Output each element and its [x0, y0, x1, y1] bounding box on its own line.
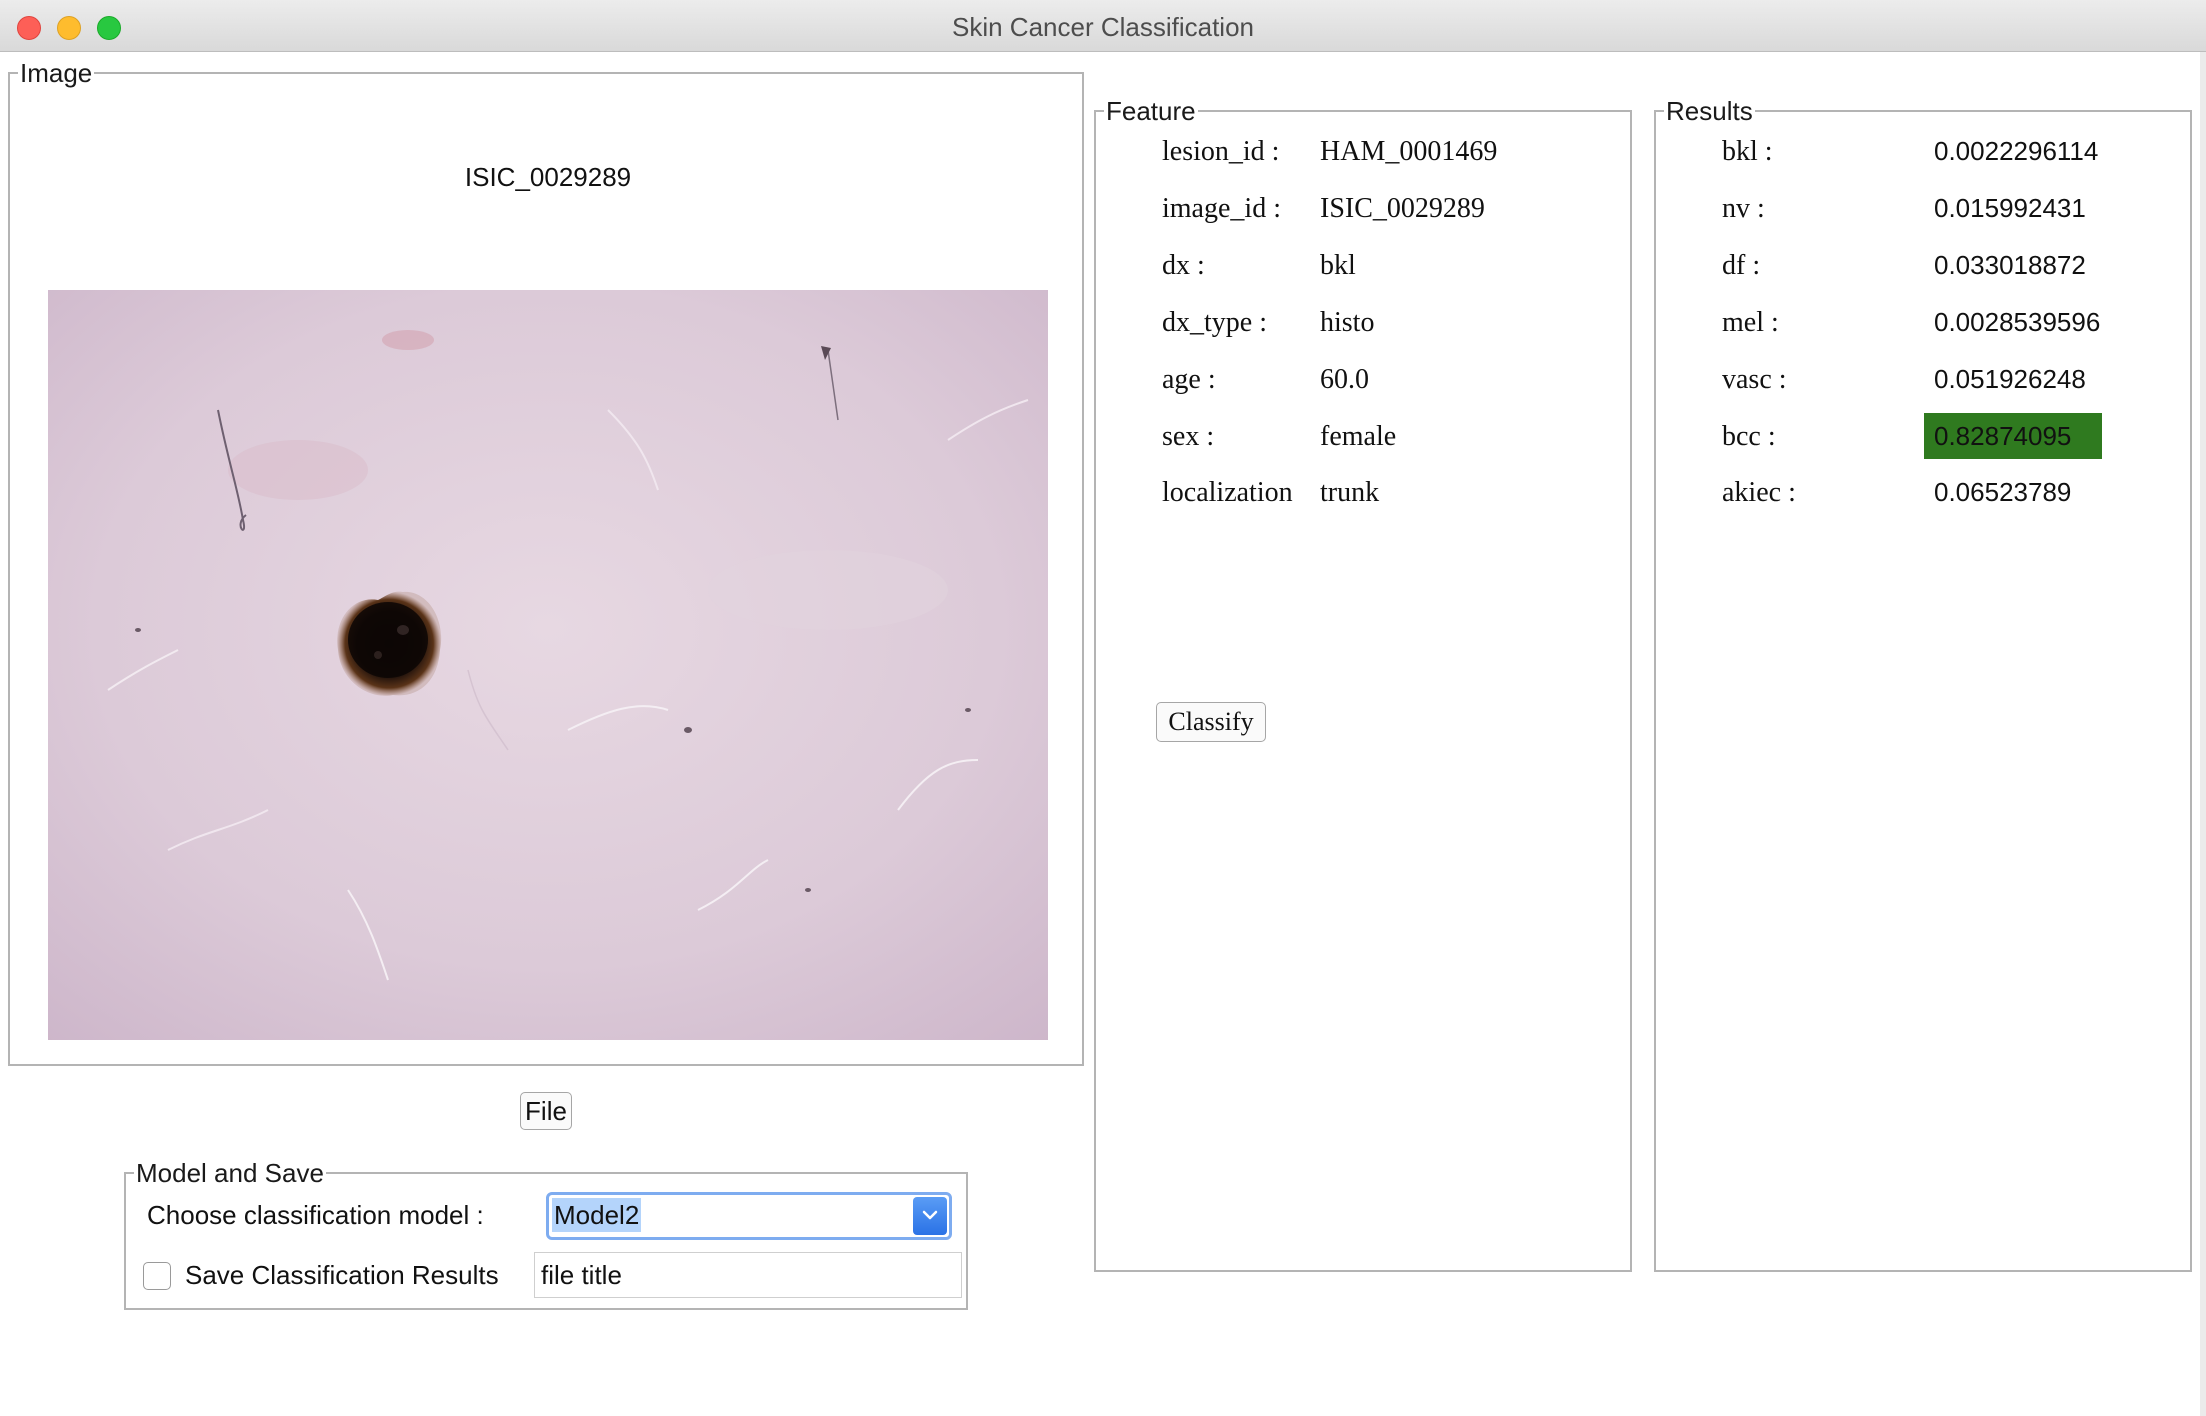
model-and-save-legend: Model and Save: [134, 1158, 326, 1188]
image-panel: Image ISIC_0029289: [8, 58, 1084, 1066]
result-value-bkl: 0.0022296114: [1934, 136, 2099, 166]
app-window: Skin Cancer Classification Image ISIC_00…: [0, 0, 2206, 1416]
feature-key-lesion-id: lesion_id :: [1162, 136, 1280, 167]
result-key-bkl: bkl :: [1722, 136, 1773, 167]
feature-key-dx: dx :: [1162, 250, 1205, 281]
file-title-input[interactable]: file title: [534, 1252, 962, 1298]
feature-value-sex: female: [1320, 421, 1397, 452]
result-value-mel: 0.0028539596: [1934, 307, 2101, 337]
results-panel: Results bkl : 0.0022296114 nv : 0.015992…: [1654, 96, 2192, 1272]
result-key-vasc: vasc :: [1722, 364, 1787, 395]
feature-value-age: 60.0: [1320, 364, 1369, 395]
result-key-akiec: akiec :: [1722, 477, 1796, 508]
save-results-label: Save Classification Results: [185, 1260, 499, 1290]
window-edge: [2200, 52, 2206, 1416]
feature-key-sex: sex :: [1162, 421, 1215, 452]
image-name-label: ISIC_0029289: [464, 162, 632, 192]
skin-lesion-image: [48, 290, 1048, 1040]
feature-value-lesion-id: HAM_0001469: [1320, 136, 1498, 167]
feature-key-localization: localization: [1162, 477, 1293, 508]
feature-key-age: age :: [1162, 364, 1216, 395]
image-panel-legend: Image: [18, 58, 95, 88]
feature-value-localization: trunk: [1320, 477, 1380, 508]
feature-panel-legend: Feature: [1104, 96, 1198, 126]
feature-value-image-id: ISIC_0029289: [1320, 193, 1485, 224]
choose-model-label: Choose classification model :: [147, 1200, 484, 1230]
feature-panel: Feature lesion_id : HAM_0001469 image_id…: [1094, 96, 1632, 1272]
result-value-bcc-highlighted: 0.82874095: [1924, 413, 2102, 459]
results-panel-legend: Results: [1664, 96, 1755, 126]
result-key-bcc: bcc :: [1722, 421, 1776, 452]
feature-value-dx-type: histo: [1320, 307, 1375, 338]
result-value-df: 0.033018872: [1934, 250, 2086, 280]
result-value-vasc: 0.051926248: [1934, 364, 2086, 394]
chevron-down-icon[interactable]: [913, 1197, 947, 1235]
model-select-value: Model2: [552, 1198, 642, 1232]
result-key-mel: mel :: [1722, 307, 1779, 338]
model-and-save-panel: Model and Save Choose classification mod…: [124, 1158, 968, 1310]
result-value-akiec: 0.06523789: [1934, 477, 2072, 507]
title-bar[interactable]: Skin Cancer Classification: [0, 0, 2206, 52]
model-select[interactable]: Model2: [546, 1192, 952, 1240]
window-title: Skin Cancer Classification: [951, 12, 1254, 42]
feature-key-dx-type: dx_type :: [1162, 307, 1267, 338]
save-results-checkbox[interactable]: [143, 1262, 171, 1290]
file-button[interactable]: File: [520, 1092, 572, 1130]
feature-key-image-id: image_id :: [1162, 193, 1281, 224]
result-key-nv: nv :: [1722, 193, 1765, 224]
feature-value-dx: bkl: [1320, 250, 1356, 281]
result-value-nv: 0.015992431: [1934, 193, 2086, 223]
result-key-df: df :: [1722, 250, 1761, 281]
classify-button[interactable]: Classify: [1156, 702, 1266, 742]
